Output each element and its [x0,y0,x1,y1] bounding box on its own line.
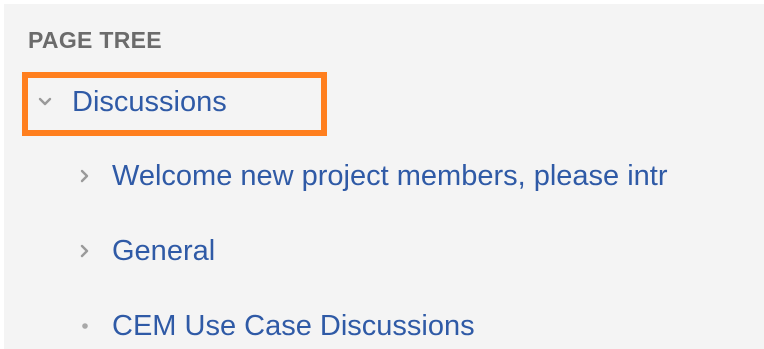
tree-item-general[interactable]: General [76,231,215,271]
chevron-down-icon[interactable] [36,93,54,111]
tree-item-label[interactable]: CEM Use Case Discussions [112,306,475,346]
page-tree-heading: PAGE TREE [28,27,162,53]
tree-item-discussions[interactable]: Discussions [36,82,227,122]
page-tree-panel: PAGE TREE Discussions Welcome new projec… [4,4,764,349]
tree-item-label[interactable]: General [112,231,215,271]
tree-item-label[interactable]: Discussions [72,82,227,122]
tree-item-label[interactable]: Welcome new project members, please intr [112,156,668,196]
bullet-icon [76,317,94,335]
tree-item-cem-use-case-discussions[interactable]: CEM Use Case Discussions [76,306,475,346]
chevron-right-icon[interactable] [76,167,94,185]
chevron-right-icon[interactable] [76,242,94,260]
tree-item-welcome[interactable]: Welcome new project members, please intr [76,156,668,196]
